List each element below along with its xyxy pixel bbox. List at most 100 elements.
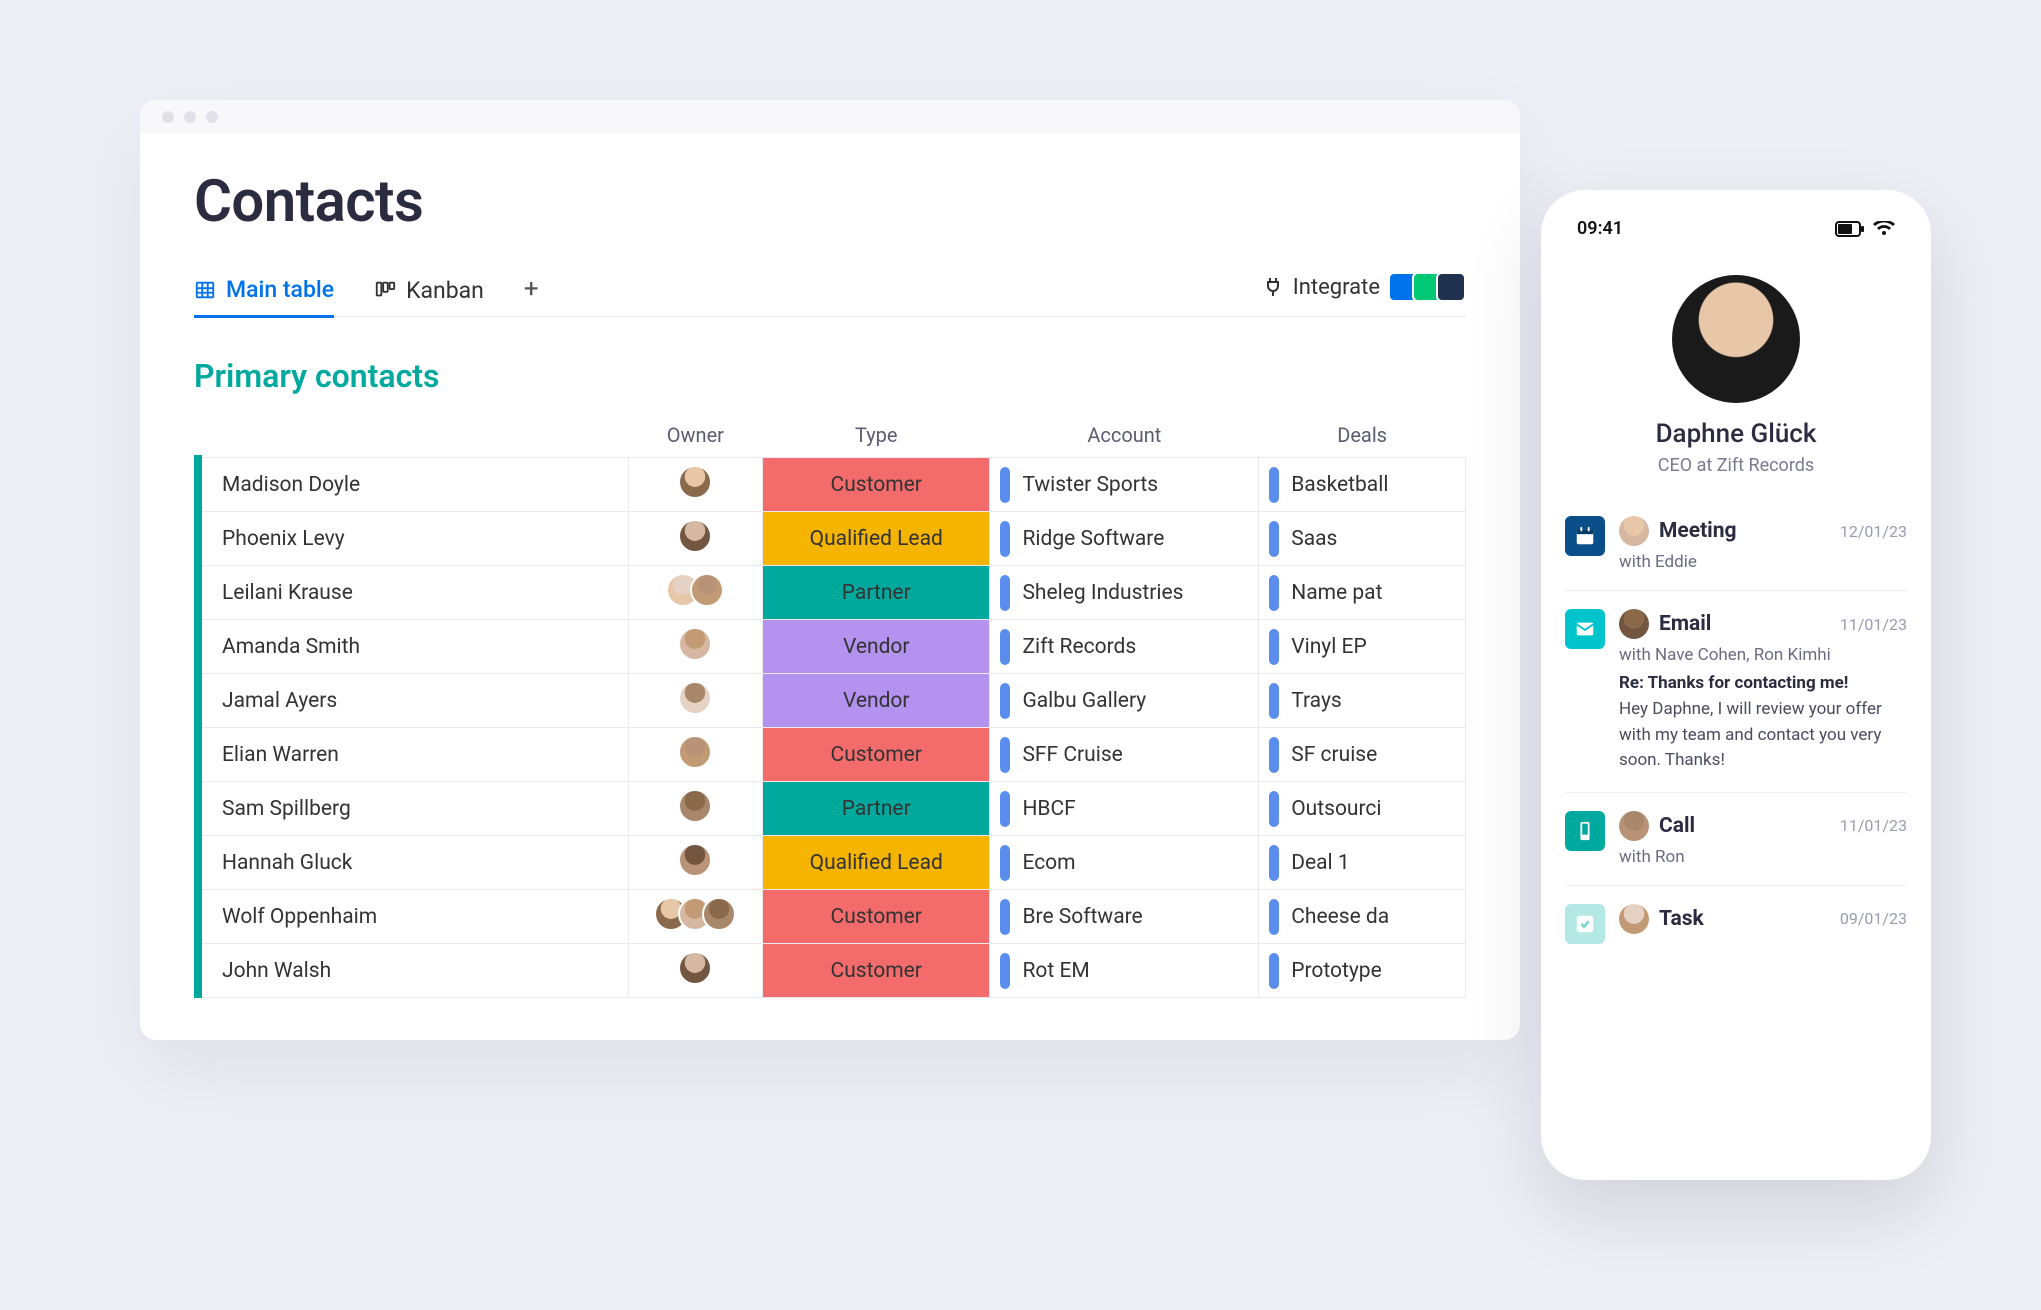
avatar bbox=[1619, 811, 1649, 841]
table-row[interactable]: Leilani Krause PartnerSheleg IndustriesNa… bbox=[194, 566, 1466, 620]
type-cell[interactable]: Customer bbox=[763, 944, 990, 998]
integrate-button[interactable]: Integrate bbox=[1261, 275, 1380, 300]
name-cell[interactable]: Phoenix Levy bbox=[194, 512, 628, 566]
group-title[interactable]: Primary contacts bbox=[194, 357, 1466, 395]
account-cell[interactable]: HBCF bbox=[990, 782, 1259, 836]
deals-cell[interactable]: Outsourci bbox=[1259, 782, 1466, 836]
table-row[interactable]: Jamal Ayers VendorGalbu GalleryTrays bbox=[194, 674, 1466, 728]
battery-icon bbox=[1835, 221, 1865, 237]
deals-cell[interactable]: SF cruise bbox=[1259, 728, 1466, 782]
contacts-table: Owner Type Account Deals Madison Doyle Cu… bbox=[194, 413, 1466, 998]
table-row[interactable]: Elian Warren Customer SFF Cruise SF cruise bbox=[194, 728, 1466, 782]
type-cell[interactable]: Customer bbox=[763, 890, 990, 944]
owner-cell[interactable] bbox=[628, 566, 762, 620]
mirror-indicator-icon bbox=[1000, 899, 1010, 935]
account-value: Rot EM bbox=[1022, 959, 1089, 983]
table-row[interactable]: John Walsh Customer Rot EM Prototype bbox=[194, 944, 1466, 998]
name-cell[interactable]: Wolf Oppenhaim bbox=[194, 890, 628, 944]
name-cell[interactable]: Amanda Smith bbox=[194, 620, 628, 674]
deals-cell[interactable]: Cheese da bbox=[1259, 890, 1466, 944]
owner-cell[interactable] bbox=[628, 728, 762, 782]
name-cell[interactable]: Jamal Ayers bbox=[194, 674, 628, 728]
account-value: SFF Cruise bbox=[1022, 743, 1122, 767]
tab-kanban[interactable]: Kanban bbox=[374, 269, 484, 316]
plug-icon bbox=[1261, 275, 1285, 299]
activity-item[interactable]: Call11/01/23with Ron bbox=[1565, 793, 1907, 886]
type-cell[interactable]: Customer bbox=[763, 458, 990, 512]
mirror-indicator-icon bbox=[1269, 629, 1279, 665]
col-header-account[interactable]: Account bbox=[990, 413, 1259, 458]
account-cell[interactable]: Sheleg Industries bbox=[990, 566, 1259, 620]
avatar bbox=[702, 897, 736, 931]
owner-cell[interactable] bbox=[628, 944, 762, 998]
owner-cell[interactable] bbox=[628, 620, 762, 674]
deals-cell[interactable]: Prototype bbox=[1259, 944, 1466, 998]
deals-cell[interactable]: Saas bbox=[1259, 512, 1466, 566]
account-cell[interactable]: Rot EM bbox=[990, 944, 1259, 998]
account-cell[interactable]: Ridge Software bbox=[990, 512, 1259, 566]
table-row[interactable]: Wolf Oppenhaim CustomerBre SoftwareCheese… bbox=[194, 890, 1466, 944]
tab-main-table[interactable]: Main table bbox=[194, 268, 334, 318]
window-control-max[interactable] bbox=[206, 111, 218, 123]
table-row[interactable]: Madison Doyle CustomerTwister SportsBaske… bbox=[194, 458, 1466, 512]
type-cell[interactable]: Vendor bbox=[763, 674, 990, 728]
activity-item[interactable]: Email11/01/23with Nave Cohen, Ron KimhiR… bbox=[1565, 591, 1907, 793]
table-icon bbox=[194, 279, 216, 301]
table-row[interactable]: Hannah Gluck Qualified Lead Ecom Deal 1 bbox=[194, 836, 1466, 890]
activity-item[interactable]: Meeting12/01/23with Eddie bbox=[1565, 498, 1907, 591]
activity-item[interactable]: Task09/01/23 bbox=[1565, 886, 1907, 962]
name-cell[interactable]: Elian Warren bbox=[194, 728, 628, 782]
table-row[interactable]: Sam Spillberg PartnerHBCFOutsourci bbox=[194, 782, 1466, 836]
name-cell[interactable]: Madison Doyle bbox=[194, 458, 628, 512]
integrate-label: Integrate bbox=[1293, 275, 1380, 300]
name-cell[interactable]: John Walsh bbox=[194, 944, 628, 998]
wifi-icon bbox=[1873, 221, 1895, 237]
deal-value: Deal 1 bbox=[1291, 851, 1349, 875]
col-header-deals[interactable]: Deals bbox=[1259, 413, 1466, 458]
deals-cell[interactable]: Name pat bbox=[1259, 566, 1466, 620]
owner-cell[interactable] bbox=[628, 890, 762, 944]
name-cell[interactable]: Sam Spillberg bbox=[194, 782, 628, 836]
deal-value: Vinyl EP bbox=[1291, 635, 1367, 659]
col-header-name[interactable] bbox=[194, 413, 628, 458]
integration-apps[interactable] bbox=[1394, 272, 1466, 302]
account-cell[interactable]: Zift Records bbox=[990, 620, 1259, 674]
table-row[interactable]: Phoenix Levy Qualified LeadRidge Software… bbox=[194, 512, 1466, 566]
window-control-min[interactable] bbox=[184, 111, 196, 123]
type-cell[interactable]: Qualified Lead bbox=[763, 512, 990, 566]
owner-cell[interactable] bbox=[628, 674, 762, 728]
account-cell[interactable]: Bre Software bbox=[990, 890, 1259, 944]
name-cell[interactable]: Hannah Gluck bbox=[194, 836, 628, 890]
mirror-indicator-icon bbox=[1269, 953, 1279, 989]
account-cell[interactable]: Twister Sports bbox=[990, 458, 1259, 512]
name-cell[interactable]: Leilani Krause bbox=[194, 566, 628, 620]
type-cell[interactable]: Customer bbox=[763, 728, 990, 782]
add-view-button[interactable]: + bbox=[524, 274, 539, 310]
window-control-close[interactable] bbox=[162, 111, 174, 123]
type-cell[interactable]: Qualified Lead bbox=[763, 836, 990, 890]
deals-cell[interactable]: Deal 1 bbox=[1259, 836, 1466, 890]
account-value: Ecom bbox=[1022, 851, 1075, 875]
deals-cell[interactable]: Vinyl EP bbox=[1259, 620, 1466, 674]
col-header-type[interactable]: Type bbox=[763, 413, 990, 458]
deals-cell[interactable]: Trays bbox=[1259, 674, 1466, 728]
owner-cell[interactable] bbox=[628, 512, 762, 566]
type-cell[interactable]: Partner bbox=[763, 566, 990, 620]
deal-value: Prototype bbox=[1291, 959, 1382, 983]
owner-cell[interactable] bbox=[628, 782, 762, 836]
table-row[interactable]: Amanda Smith VendorZift Records Vinyl EP bbox=[194, 620, 1466, 674]
col-header-owner[interactable]: Owner bbox=[628, 413, 762, 458]
owner-cell[interactable] bbox=[628, 458, 762, 512]
type-cell[interactable]: Partner bbox=[763, 782, 990, 836]
owner-cell[interactable] bbox=[628, 836, 762, 890]
mirror-indicator-icon bbox=[1269, 845, 1279, 881]
profile-avatar[interactable] bbox=[1672, 275, 1800, 403]
account-cell[interactable]: Galbu Gallery bbox=[990, 674, 1259, 728]
activity-date: 09/01/23 bbox=[1840, 909, 1907, 928]
type-cell[interactable]: Vendor bbox=[763, 620, 990, 674]
account-cell[interactable]: SFF Cruise bbox=[990, 728, 1259, 782]
deals-cell[interactable]: Basketball bbox=[1259, 458, 1466, 512]
group-accent-bar bbox=[194, 455, 202, 998]
account-cell[interactable]: Ecom bbox=[990, 836, 1259, 890]
views-tabs: Main table Kanban + Integrate bbox=[194, 268, 1466, 317]
